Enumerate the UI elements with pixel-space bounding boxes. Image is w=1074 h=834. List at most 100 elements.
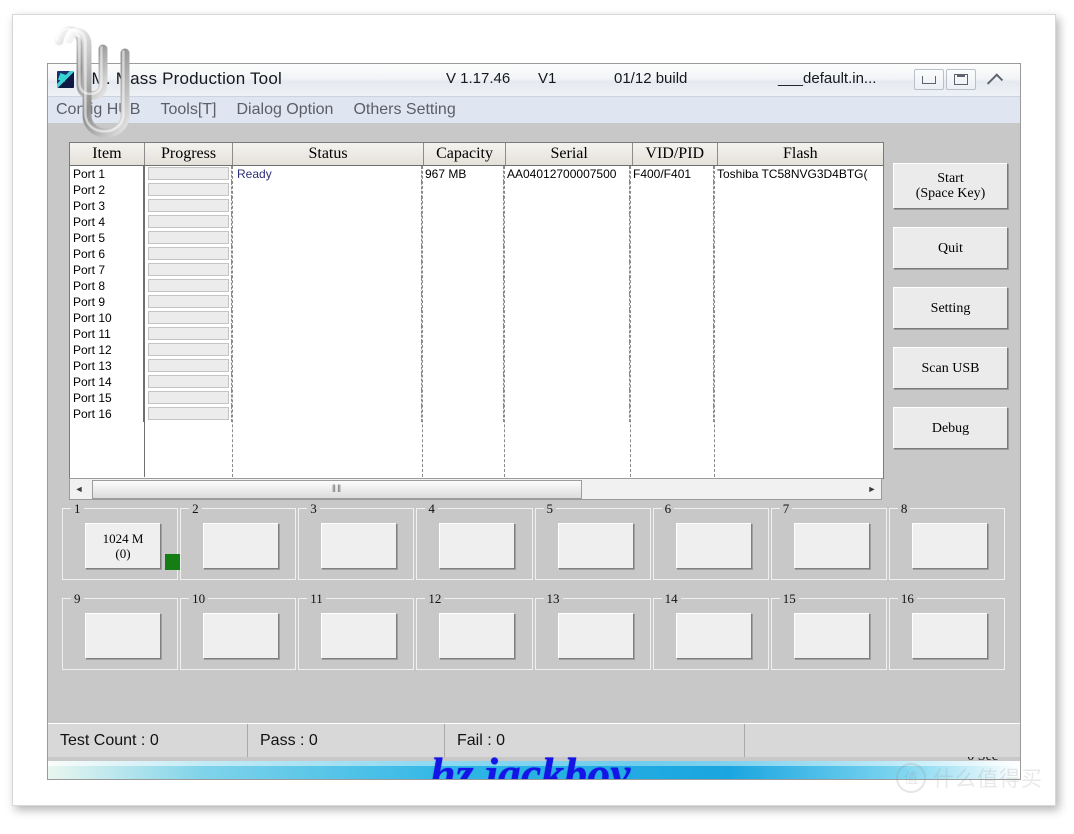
device-slot[interactable]: 5	[534, 501, 651, 580]
table-row[interactable]: Port 5	[70, 230, 883, 246]
menu-item-dialog-option[interactable]: Dialog Option	[237, 101, 334, 119]
cell-status	[232, 246, 422, 262]
menu-item-others-setting[interactable]: Others Setting	[353, 101, 455, 119]
table-row[interactable]: Port 4	[70, 214, 883, 230]
slot-display[interactable]	[439, 523, 516, 569]
slot-number: 15	[779, 591, 799, 607]
progress-bar	[148, 263, 229, 276]
scroll-right-arrow-icon[interactable]: ►	[863, 479, 881, 499]
column-header-vidpid[interactable]: VID/PID	[632, 143, 718, 165]
progress-bar	[148, 407, 229, 420]
device-slot[interactable]: 4	[416, 501, 533, 580]
device-slot[interactable]: 14	[652, 591, 769, 670]
cell-serial	[504, 374, 630, 390]
table-hscrollbar[interactable]: ◄ ‖‖ ►	[69, 478, 882, 500]
device-slot[interactable]: 10	[180, 591, 297, 670]
slot-display[interactable]: 1024 M (0)	[85, 523, 161, 569]
cell-item: Port 2	[70, 182, 144, 198]
window-version: V 1.17.46	[446, 70, 511, 87]
cell-flash	[714, 406, 880, 422]
slot-display[interactable]	[85, 613, 161, 659]
slot-display[interactable]	[321, 613, 398, 659]
progress-bar	[148, 391, 229, 404]
cell-vidpid: F400/F401	[630, 166, 714, 182]
table-row[interactable]: Port 16	[70, 406, 883, 422]
table-row[interactable]: Port 6	[70, 246, 883, 262]
cell-progress	[144, 198, 232, 214]
device-slot[interactable]: 6	[652, 501, 769, 580]
slot-display[interactable]	[793, 523, 870, 569]
cell-item: Port 15	[70, 390, 144, 406]
scroll-left-arrow-icon[interactable]: ◄	[70, 479, 88, 499]
progress-bar	[148, 375, 229, 388]
device-slot[interactable]: 2	[180, 501, 297, 580]
slot-display[interactable]	[439, 613, 516, 659]
device-slot[interactable]: 9	[62, 591, 179, 670]
slot-display[interactable]	[557, 613, 634, 659]
slot-display[interactable]	[675, 523, 752, 569]
column-header-status[interactable]: Status	[233, 143, 424, 165]
cell-progress	[144, 166, 232, 182]
table-row[interactable]: Port 2	[70, 182, 883, 198]
column-header-flash[interactable]: Flash	[717, 143, 883, 165]
progress-bar	[148, 199, 229, 212]
slot-number: 10	[189, 591, 209, 607]
cell-progress	[144, 214, 232, 230]
table-row[interactable]: Port 7	[70, 262, 883, 278]
slot-display[interactable]	[675, 613, 752, 659]
slot-display[interactable]	[793, 613, 870, 659]
scrollbar-thumb[interactable]: ‖‖	[92, 480, 582, 499]
table-row[interactable]: Port 11	[70, 326, 883, 342]
slot-number: 6	[661, 501, 675, 517]
table-row[interactable]: Port 9	[70, 294, 883, 310]
slot-display[interactable]	[203, 613, 280, 659]
slot-display[interactable]	[321, 523, 398, 569]
window-title: SM. Mass Production Tool	[80, 69, 282, 88]
slot-display[interactable]	[203, 523, 280, 569]
table-row[interactable]: Port 13	[70, 358, 883, 374]
minimize-button[interactable]	[914, 69, 944, 90]
column-header-progress[interactable]: Progress	[144, 143, 234, 165]
setting-button[interactable]: Setting	[893, 287, 1008, 329]
menu-item-tools[interactable]: Tools[T]	[160, 101, 216, 119]
cell-status	[232, 198, 422, 214]
start-button[interactable]: Start (Space Key)	[893, 163, 1008, 209]
debug-button[interactable]: Debug	[893, 407, 1008, 449]
restore-button[interactable]	[946, 69, 976, 90]
device-slot[interactable]: 1 1024 M (0)	[62, 501, 181, 580]
collapse-button[interactable]	[978, 70, 1012, 90]
column-header-capacity[interactable]: Capacity	[423, 143, 507, 165]
status-pass: Pass : 0	[248, 724, 445, 757]
cell-vidpid	[630, 246, 714, 262]
slot-display[interactable]	[557, 523, 634, 569]
table-row[interactable]: Port 8	[70, 278, 883, 294]
device-slot[interactable]: 13	[534, 591, 651, 670]
quit-button[interactable]: Quit	[893, 227, 1008, 269]
table-row[interactable]: Port 14	[70, 374, 883, 390]
device-slot[interactable]: 15	[770, 591, 887, 670]
cell-item: Port 5	[70, 230, 144, 246]
table-row[interactable]: Port 1 Ready 967 MB AA04012700007500 F400/F4…	[70, 166, 883, 182]
device-slot[interactable]: 12	[416, 591, 533, 670]
device-slot[interactable]: 8	[888, 501, 1005, 580]
device-slot[interactable]: 11	[298, 591, 415, 670]
table-row[interactable]: Port 12	[70, 342, 883, 358]
scrollbar-track[interactable]: ‖‖	[88, 479, 863, 499]
device-slot[interactable]: 16	[888, 591, 1005, 670]
table-row[interactable]: Port 10	[70, 310, 883, 326]
slot-display[interactable]	[911, 523, 988, 569]
slot-display[interactable]	[911, 613, 988, 659]
menu-item-config-hub[interactable]: Config HUB	[56, 101, 140, 119]
table-row[interactable]: Port 15	[70, 390, 883, 406]
table-row[interactable]: Port 3	[70, 198, 883, 214]
scan-usb-button[interactable]: Scan USB	[893, 347, 1008, 389]
port-table: Item Progress Status Capacity Serial VID…	[69, 142, 884, 479]
cell-serial	[504, 214, 630, 230]
column-header-serial[interactable]: Serial	[506, 143, 633, 165]
cell-status	[232, 230, 422, 246]
status-extra	[745, 724, 1020, 757]
column-header-item[interactable]: Item	[70, 143, 145, 165]
device-slot-row-2: 9 10 11 12 13 14 15 16	[62, 591, 1007, 670]
device-slot[interactable]: 3	[298, 501, 415, 580]
device-slot[interactable]: 7	[770, 501, 887, 580]
